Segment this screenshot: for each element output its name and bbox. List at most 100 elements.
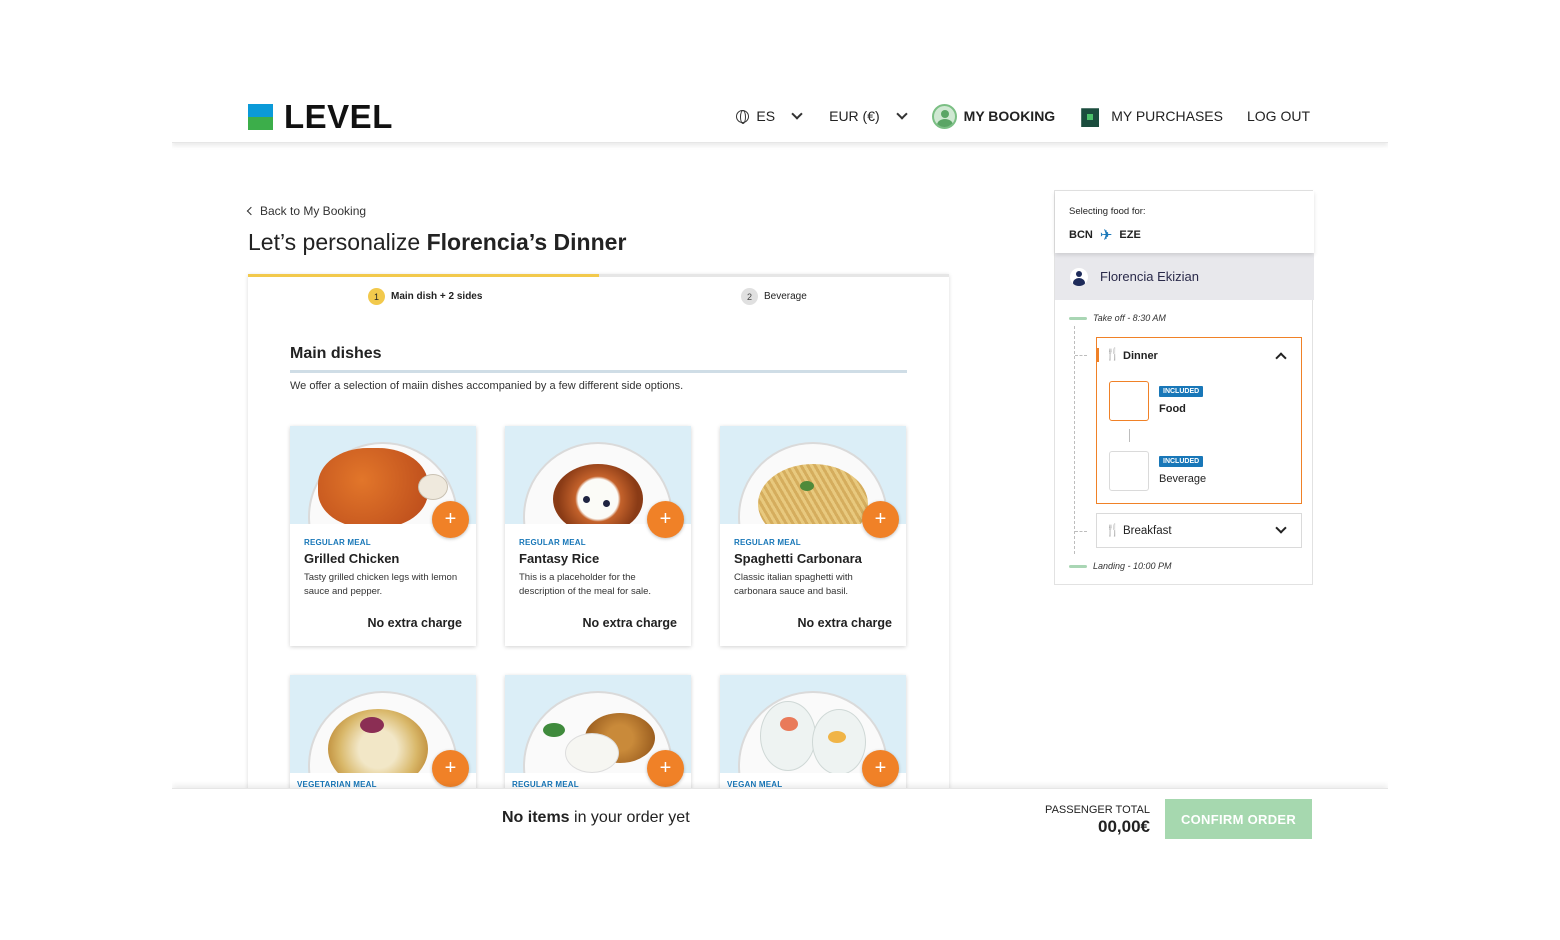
breakfast-section[interactable]: 🍴 Breakfast	[1096, 513, 1302, 548]
add-meal-button[interactable]: +	[432, 750, 469, 787]
food-slot[interactable]	[1109, 381, 1149, 421]
brand-logo[interactable]: LEVEL	[248, 98, 393, 135]
takeoff-row: Take off - 8:30 AM	[1069, 313, 1166, 323]
user-avatar-icon	[931, 103, 957, 129]
language-value: ES	[756, 108, 776, 124]
currency-value: EUR (€)	[829, 108, 880, 124]
add-meal-button[interactable]: +	[647, 750, 684, 787]
order-footer: No items in your order yet PASSENGER TOT…	[172, 788, 1388, 850]
language-selector[interactable]: ES	[736, 108, 803, 124]
airplane-icon: ✈	[1099, 227, 1113, 244]
add-meal-button[interactable]: +	[647, 501, 684, 538]
beverage-slot-label: Beverage	[1159, 473, 1207, 485]
chevron-down-icon	[1275, 522, 1287, 534]
logo-mark-icon	[248, 104, 273, 130]
order-summary-panel: Selecting food for: BCN ✈ EZE Florencia …	[1054, 190, 1314, 585]
timeline-tick	[1075, 531, 1087, 532]
my-booking-label: MY BOOKING	[963, 108, 1056, 124]
cutlery-icon: 🍴	[1105, 523, 1120, 537]
takeoff-plane-icon	[1069, 316, 1087, 320]
step-progress-bar	[248, 274, 949, 277]
chevron-down-icon	[896, 108, 908, 120]
origin-code: BCN	[1069, 229, 1093, 241]
included-badge: INCLUDED	[1159, 456, 1204, 467]
shopping-bag-icon	[1081, 108, 1100, 127]
meal-selection-card: 1 Main dish + 2 sides 2 Beverage Main di…	[248, 274, 949, 850]
flight-timeline	[1074, 326, 1075, 554]
landing-row: Landing - 10:00 PM	[1069, 561, 1172, 571]
stepper: 1 Main dish + 2 sides 2 Beverage	[248, 288, 949, 308]
brand-name: LEVEL	[284, 98, 393, 135]
my-purchases-label: MY PURCHASES	[1111, 108, 1223, 124]
currency-selector[interactable]: EUR (€)	[829, 108, 908, 124]
page-title: Let’s personalize Florencia’s Dinner	[248, 229, 626, 256]
meal-card-grilled-chicken[interactable]: + REGULAR MEAL Grilled Chicken Tasty gri…	[290, 426, 476, 646]
meal-price: No extra charge	[582, 616, 677, 630]
dinner-section: 🍴 Dinner INCLUDED Food INCLUDED Beverage	[1096, 337, 1302, 504]
meal-card-spaghetti-carbonara[interactable]: + REGULAR MEAL Spaghetti Carbonara Class…	[720, 426, 906, 646]
step-main-dish[interactable]: 1 Main dish + 2 sides	[368, 288, 482, 305]
timeline-tick	[1075, 355, 1087, 356]
section-divider	[290, 370, 907, 373]
step-beverage[interactable]: 2 Beverage	[741, 288, 807, 305]
meal-description: Classic italian spaghetti with carbonara…	[734, 572, 853, 597]
meal-description: This is a placeholder for the descriptio…	[519, 572, 652, 597]
meal-name: Spaghetti Carbonara	[734, 551, 862, 566]
passenger-name: Florencia Ekizian	[1100, 269, 1199, 284]
meal-name: Fantasy Rice	[519, 551, 600, 566]
title-prefix: Let’s personalize	[248, 229, 427, 255]
slot-connector	[1129, 429, 1130, 442]
cutlery-icon: 🍴	[1105, 347, 1120, 361]
back-link-label: Back to My Booking	[260, 204, 367, 218]
main-nav: ES EUR (€) MY BOOKING MY PURCHASES LOG O…	[736, 102, 1310, 130]
chevron-down-icon	[791, 108, 803, 120]
section-title: Main dishes	[290, 345, 382, 362]
order-status-bold: No items	[502, 809, 570, 826]
meal-tag: REGULAR MEAL	[519, 538, 586, 547]
meal-tag: REGULAR MEAL	[734, 538, 801, 547]
takeoff-label: Take off - 8:30 AM	[1093, 313, 1166, 323]
logout-label: LOG OUT	[1246, 108, 1310, 124]
meal-price: No extra charge	[797, 616, 892, 630]
chevron-left-icon	[246, 206, 256, 216]
passenger-total-label: PASSENGER TOTAL	[1045, 804, 1150, 816]
globe-icon	[736, 109, 750, 124]
title-bold: Florencia’s Dinner	[426, 229, 627, 255]
passenger-row[interactable]: Florencia Ekizian	[1055, 253, 1314, 300]
step-number: 2	[741, 288, 758, 305]
logout-link[interactable]: LOG OUT	[1247, 108, 1310, 124]
my-booking-link[interactable]: MY BOOKING	[931, 103, 1056, 129]
section-description: We offer a selection of maiin dishes acc…	[290, 380, 684, 392]
step-label: Main dish + 2 sides	[391, 291, 483, 302]
app-frame: LEVEL ES EUR (€) MY BOOKING MY PURCHASES…	[172, 90, 1388, 850]
meal-card-fantasy-rice[interactable]: + REGULAR MEAL Fantasy Rice This is a pl…	[505, 426, 691, 646]
destination-code: EZE	[1119, 229, 1141, 241]
meal-description: Tasty grilled chicken legs with lemon sa…	[304, 572, 458, 597]
chevron-up-icon[interactable]	[1275, 352, 1287, 364]
add-meal-button[interactable]: +	[862, 501, 899, 538]
food-slot-label: Food	[1159, 403, 1186, 415]
order-status: No items in your order yet	[502, 809, 690, 827]
order-status-rest: in your order yet	[569, 809, 690, 826]
meal-tag: REGULAR MEAL	[304, 538, 371, 547]
landing-label: Landing - 10:00 PM	[1093, 561, 1172, 571]
add-meal-button[interactable]: +	[432, 501, 469, 538]
beverage-slot[interactable]	[1109, 451, 1149, 491]
step-label: Beverage	[764, 291, 807, 302]
dinner-title: Dinner	[1123, 350, 1158, 362]
meal-name: Grilled Chicken	[304, 551, 400, 566]
landing-plane-icon	[1069, 564, 1087, 568]
step-number: 1	[368, 288, 385, 305]
breakfast-title: Breakfast	[1123, 525, 1172, 537]
active-indicator	[1096, 348, 1099, 362]
included-badge: INCLUDED	[1159, 386, 1204, 397]
my-purchases-link[interactable]: MY PURCHASES	[1081, 105, 1223, 127]
back-to-booking-link[interactable]: Back to My Booking	[246, 204, 367, 218]
confirm-order-button[interactable]: CONFIRM ORDER	[1165, 799, 1312, 839]
top-header: LEVEL ES EUR (€) MY BOOKING MY PURCHASES…	[172, 90, 1388, 143]
flight-route: BCN ✈ EZE	[1069, 226, 1141, 244]
panel-header: Selecting food for: BCN ✈ EZE	[1055, 191, 1314, 253]
selecting-for-label: Selecting food for:	[1069, 206, 1146, 217]
passenger-icon	[1070, 268, 1088, 286]
add-meal-button[interactable]: +	[862, 750, 899, 787]
